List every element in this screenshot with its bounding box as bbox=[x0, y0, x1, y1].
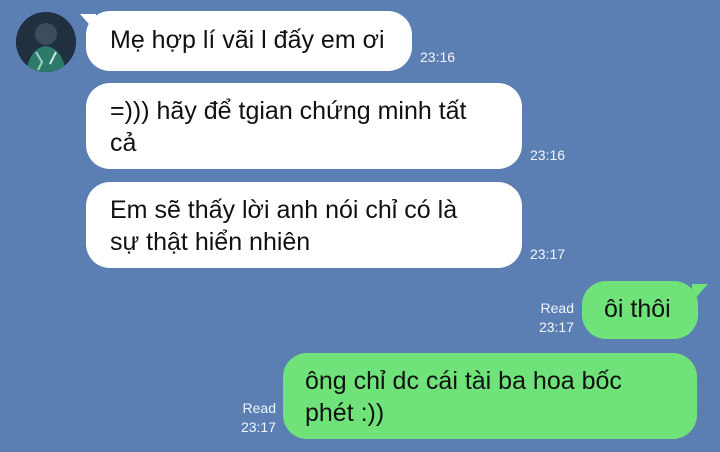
read-status: Read bbox=[540, 300, 574, 316]
read-receipt: Read 23:17 bbox=[530, 299, 574, 337]
outgoing-message[interactable]: ôi thôi bbox=[582, 281, 698, 339]
read-status: Read bbox=[242, 400, 276, 416]
incoming-message[interactable]: Mẹ hợp lí vãi l đấy em ơi bbox=[86, 11, 412, 71]
message-text-line: sự thật hiển nhiên bbox=[110, 228, 311, 256]
read-receipt: Read 23:17 bbox=[232, 399, 276, 437]
message-text: ôi thôi bbox=[604, 295, 671, 323]
message-time: 23:16 bbox=[530, 147, 566, 163]
message-time: 23:16 bbox=[420, 49, 456, 65]
message-text-line: cả bbox=[110, 129, 137, 157]
message-time: 23:17 bbox=[240, 419, 276, 435]
message-time: 23:17 bbox=[530, 246, 566, 262]
message-text: Mẹ hợp lí vãi l đấy em ơi bbox=[110, 26, 385, 54]
incoming-message[interactable]: =))) hãy để tgian chứng minh tất cả bbox=[86, 83, 522, 169]
message-text-line: Em sẽ thấy lời anh nói chỉ có là bbox=[110, 196, 458, 224]
message-text-line: ông chỉ dc cái tài ba hoa bốc bbox=[305, 367, 622, 395]
outgoing-message[interactable]: ông chỉ dc cái tài ba hoa bốc phét :)) bbox=[283, 353, 697, 439]
message-text-line: =))) hãy để tgian chứng minh tất bbox=[110, 97, 467, 125]
message-time: 23:17 bbox=[538, 319, 574, 335]
avatar-image bbox=[16, 12, 76, 72]
incoming-message[interactable]: Em sẽ thấy lời anh nói chỉ có là sự thật… bbox=[86, 182, 522, 268]
message-text-line: phét :)) bbox=[305, 399, 385, 427]
contact-avatar[interactable] bbox=[16, 12, 76, 72]
